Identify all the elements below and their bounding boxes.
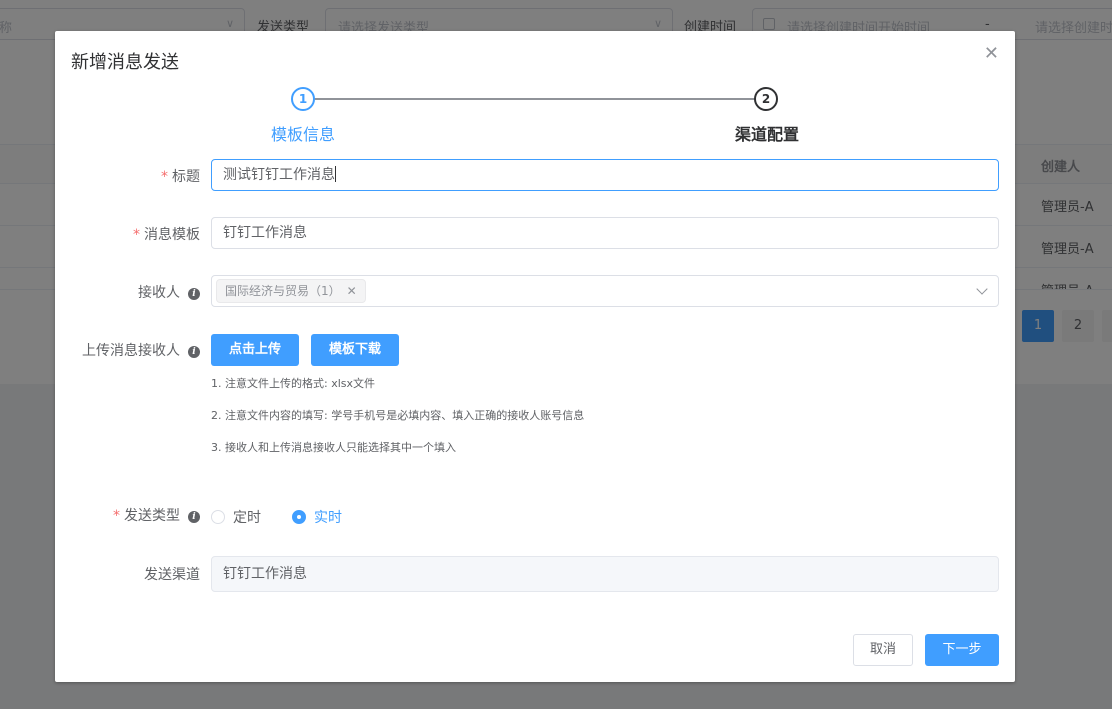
receiver-tag-label: 国际经济与贸易（1） — [225, 284, 341, 298]
title-label: * 标题 — [161, 169, 200, 185]
tag-close-icon[interactable]: ✕ — [347, 284, 357, 298]
step-2-icon: 2 — [754, 87, 778, 111]
step-2-title: 渠道配置 — [735, 125, 800, 144]
title-input-value: 测试钉钉工作消息 — [223, 167, 335, 183]
receiver-label: 接收人 i — [138, 282, 200, 302]
channel-input: 钉钉工作消息 — [211, 556, 999, 592]
radio-realtime[interactable]: 实时 — [292, 507, 342, 527]
radio-realtime-label: 实时 — [314, 510, 342, 526]
info-icon[interactable]: i — [188, 346, 200, 358]
text-caret — [335, 166, 336, 182]
upload-note-2: 2. 注意文件内容的填写: 学号手机号是必填内容、填入正确的接收人账号信息 — [211, 409, 585, 422]
upload-label: 上传消息接收人 i — [82, 340, 200, 360]
cancel-button[interactable]: 取消 — [853, 634, 913, 666]
upload-note-3: 3. 接收人和上传消息接收人只能选择其中一个填入 — [211, 441, 456, 454]
title-input[interactable]: 测试钉钉工作消息 — [211, 159, 999, 191]
add-message-dialog: 新增消息发送 ✕ 1 2 模板信息 渠道配置 * 标题 测试钉钉工作消息 * 消息模… — [55, 31, 1015, 682]
upload-note-1: 1. 注意文件上传的格式: xlsx文件 — [211, 377, 376, 390]
next-step-button[interactable]: 下一步 — [925, 634, 999, 666]
radio-circle — [211, 510, 225, 524]
step-1-icon: 1 — [291, 87, 315, 111]
step-connector — [314, 98, 755, 100]
chevron-down-icon[interactable] — [976, 283, 988, 295]
channel-label: 发送渠道 — [144, 567, 200, 583]
template-select[interactable]: 钉钉工作消息 — [211, 217, 999, 249]
radio-scheduled[interactable]: 定时 — [211, 507, 261, 527]
receiver-select[interactable]: 国际经济与贸易（1） ✕ — [211, 275, 999, 307]
template-download-button[interactable]: 模板下载 — [311, 334, 399, 366]
radio-scheduled-label: 定时 — [233, 510, 261, 526]
required-mark: * — [113, 508, 120, 524]
info-icon[interactable]: i — [188, 288, 200, 300]
required-mark: * — [133, 227, 140, 243]
required-mark: * — [161, 169, 168, 185]
radio-circle-checked — [292, 510, 306, 524]
send-type-label: * 发送类型 i — [113, 505, 200, 525]
upload-button[interactable]: 点击上传 — [211, 334, 299, 366]
dialog-title: 新增消息发送 — [71, 52, 179, 73]
template-value: 钉钉工作消息 — [223, 225, 307, 241]
receiver-tag: 国际经济与贸易（1） ✕ — [216, 279, 366, 303]
channel-value: 钉钉工作消息 — [223, 566, 307, 582]
close-icon[interactable]: ✕ — [984, 43, 999, 64]
step-1-title: 模板信息 — [271, 125, 336, 144]
info-icon[interactable]: i — [188, 511, 200, 523]
template-label: * 消息模板 — [133, 227, 200, 243]
